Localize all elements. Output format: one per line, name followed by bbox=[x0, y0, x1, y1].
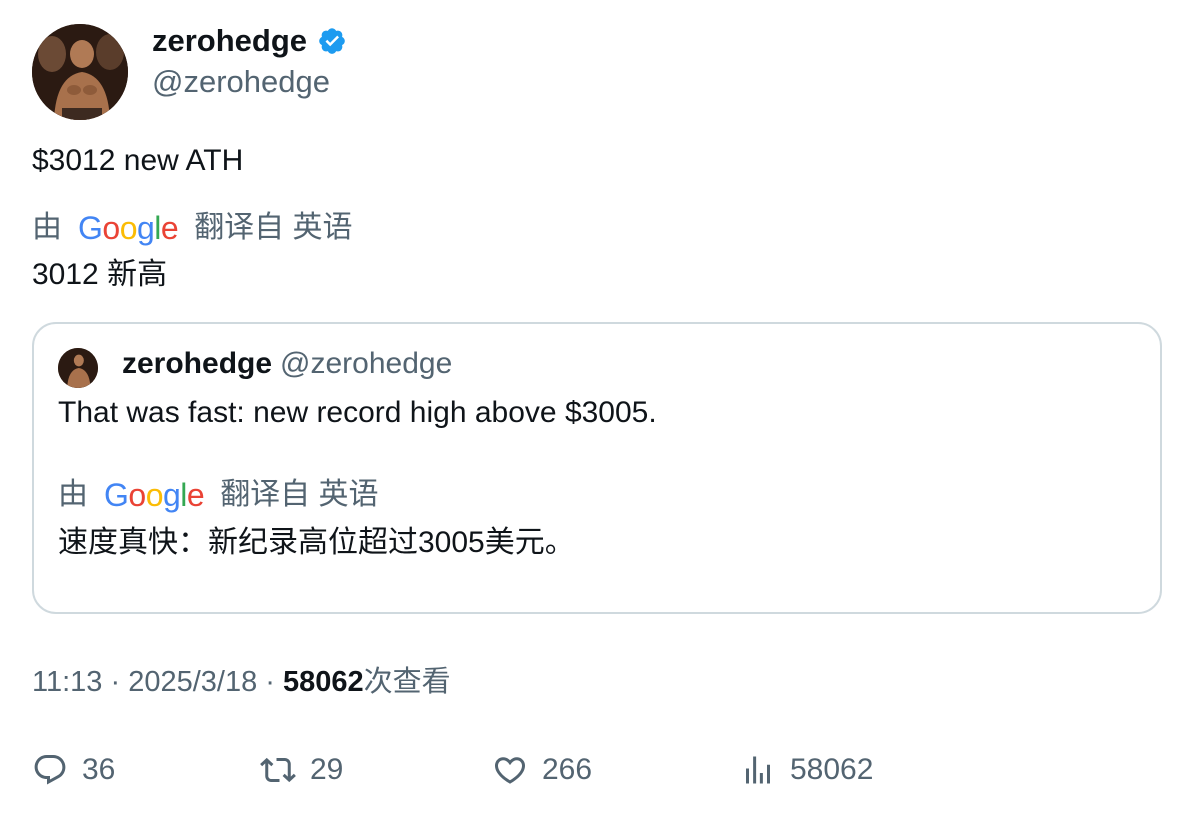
quoted-handle: @zerohedge bbox=[280, 347, 453, 380]
view-count-label: 次查看 bbox=[363, 666, 451, 698]
views-button[interactable]: 58062 bbox=[740, 748, 873, 792]
quoted-translation-attribution: 由 Google 翻译自 英语 bbox=[58, 475, 379, 515]
like-button[interactable]: 266 bbox=[492, 748, 592, 792]
quoted-google-logo: Google bbox=[104, 477, 205, 513]
meta-separator: · bbox=[102, 666, 129, 698]
retweet-icon bbox=[260, 757, 296, 783]
translation-from-label: 翻译自 英语 bbox=[194, 211, 353, 244]
quoted-display-name: zerohedge bbox=[122, 347, 273, 380]
google-logo: Google bbox=[78, 210, 179, 246]
tweet-date[interactable]: 2025/3/18 bbox=[128, 666, 257, 698]
quoted-translation-from-label: 翻译自 英语 bbox=[220, 478, 379, 511]
translation-attribution: 由 Google 翻译自 英语 bbox=[32, 208, 353, 248]
reply-count: 36 bbox=[82, 753, 116, 786]
tweet-meta: 11:13 · 2025/3/18 · 58062次查看 bbox=[32, 663, 451, 701]
reply-button[interactable]: 36 bbox=[32, 748, 115, 792]
author-handle[interactable]: @zerohedge bbox=[152, 63, 330, 101]
reply-icon bbox=[34, 755, 66, 785]
heart-icon bbox=[494, 757, 526, 784]
avatar[interactable] bbox=[32, 24, 128, 120]
retweet-button[interactable]: 29 bbox=[260, 748, 343, 792]
tweet-time[interactable]: 11:13 bbox=[32, 666, 102, 698]
author-display-name-row[interactable]: zerohedge bbox=[152, 22, 347, 60]
translation-by-label: 由 bbox=[32, 211, 62, 244]
retweet-count: 29 bbox=[310, 753, 344, 786]
verified-badge-icon bbox=[317, 26, 347, 56]
views-count: 58062 bbox=[790, 753, 874, 786]
tweet-text: $3012 new ATH bbox=[32, 144, 244, 177]
quoted-translated-text: 速度真快：新纪录高位超过3005美元。 bbox=[58, 526, 575, 559]
view-count: 58062 bbox=[283, 666, 364, 698]
translated-tweet-text: 3012 新高 bbox=[32, 258, 168, 291]
quoted-header: zerohedge @zerohedge bbox=[122, 345, 452, 383]
meta-separator: · bbox=[257, 666, 283, 698]
quoted-avatar-image bbox=[58, 348, 98, 388]
quoted-avatar[interactable] bbox=[58, 348, 98, 388]
bar-chart-icon bbox=[746, 756, 770, 784]
author-display-name[interactable]: zerohedge bbox=[152, 22, 307, 60]
quoted-translation-by-label: 由 bbox=[58, 478, 88, 511]
quoted-text: That was fast: new record high above $30… bbox=[58, 396, 657, 429]
like-count: 266 bbox=[542, 753, 593, 786]
avatar-image bbox=[32, 24, 128, 120]
